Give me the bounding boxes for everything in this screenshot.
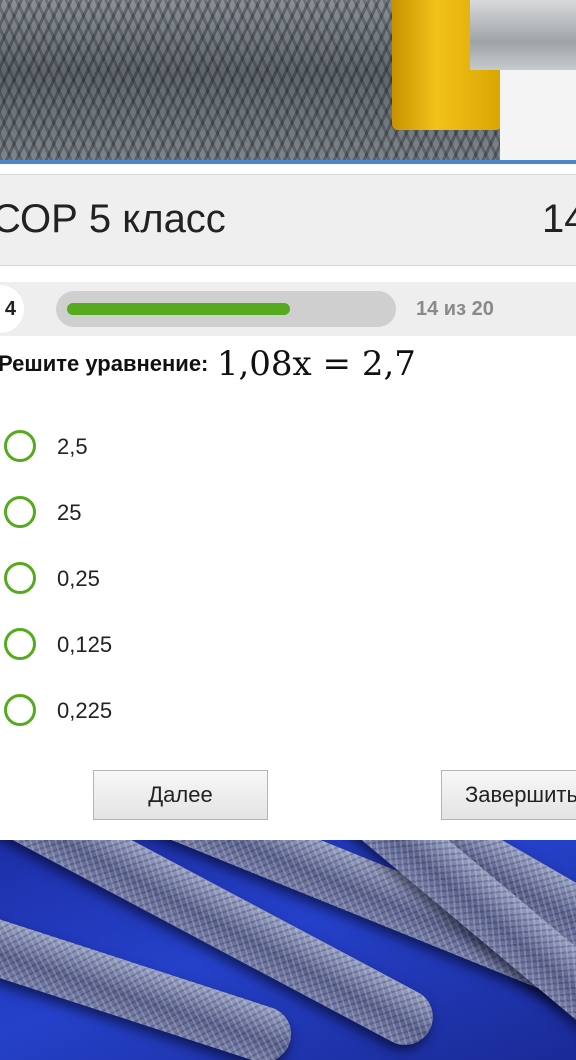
banner-background — [500, 70, 576, 160]
answer-option[interactable]: 0,25 — [0, 553, 576, 603]
answer-option[interactable]: 0,225 — [0, 685, 576, 735]
question-label: Решите уравнение: — [0, 351, 209, 376]
radio-button[interactable] — [4, 694, 36, 726]
page-title: СОР 5 класс — [0, 197, 226, 241]
answer-option[interactable]: 0,125 — [0, 619, 576, 669]
banner-divider — [0, 160, 576, 164]
banner-hose-texture — [2, 0, 378, 34]
answer-option-label: 2,5 — [57, 434, 88, 459]
progress-row: 4 14 из 20 — [0, 282, 576, 336]
next-button[interactable]: Далее — [93, 770, 268, 820]
radio-button[interactable] — [4, 430, 36, 462]
answer-option[interactable]: 2,5 — [0, 421, 576, 471]
radio-button[interactable] — [4, 496, 36, 528]
radio-button[interactable] — [4, 628, 36, 660]
progress-status: 14 из 20 — [416, 298, 494, 320]
top-banner-image — [0, 0, 576, 160]
question-counter: 14 — [542, 197, 576, 241]
answer-option-label: 0,125 — [57, 632, 113, 657]
bottom-banner-image — [0, 840, 576, 1060]
progress-track — [56, 291, 396, 327]
progress-fill — [67, 303, 290, 315]
finish-button[interactable]: Завершить — [441, 770, 576, 820]
radio-button[interactable] — [4, 562, 36, 594]
answer-option[interactable]: 25 — [0, 487, 576, 537]
question-equation: 1,08x = 2,7 — [216, 344, 416, 384]
answer-option-label: 0,25 — [57, 566, 100, 591]
answer-option-label: 0,225 — [57, 698, 113, 723]
question-text: Решите уравнение: 1,08x = 2,7 — [0, 344, 416, 384]
banner-metal-nut — [470, 0, 576, 70]
question-number-badge: 4 — [0, 285, 24, 333]
answer-option-label: 25 — [57, 500, 82, 525]
test-header: СОР 5 класс 14 — [0, 174, 576, 266]
